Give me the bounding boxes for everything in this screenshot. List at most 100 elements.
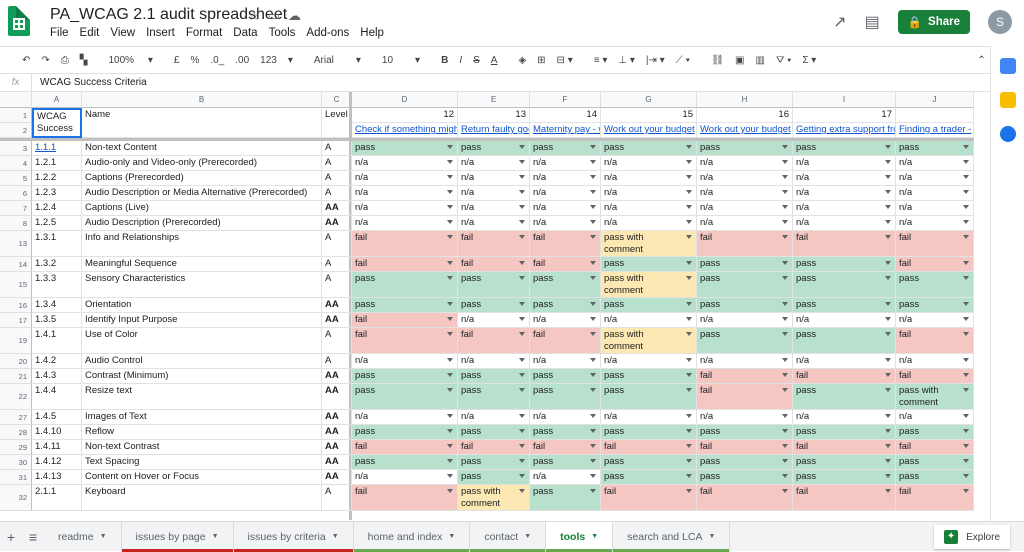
chevron-down-icon[interactable]: ▼ [708,533,715,540]
all-sheets-icon[interactable]: ≡ [22,529,44,545]
italic-button[interactable]: I [459,55,462,66]
share-button[interactable]: 🔒 Share [897,10,970,34]
criterion-level-cell[interactable]: AA [322,216,352,231]
result-dropdown[interactable]: fail [793,440,896,455]
keep-icon[interactable] [999,92,1016,108]
chevron-down-icon[interactable] [782,414,788,418]
page-number-cell[interactable]: 17 [793,108,896,123]
activity-trend-icon[interactable]: ↗ [833,12,846,32]
result-dropdown[interactable]: n/a [896,313,974,328]
result-dropdown[interactable]: pass [793,384,896,410]
chevron-down-icon[interactable] [447,358,453,362]
sheet-tab-home-and-index[interactable]: home and index ▼ [353,521,471,552]
chevron-down-icon[interactable] [885,160,891,164]
criterion-name-cell[interactable]: Captions (Live) [82,201,322,216]
chevron-down-icon[interactable] [447,235,453,239]
criterion-name-cell[interactable]: Captions (Prerecorded) [82,171,322,186]
result-dropdown[interactable]: n/a [697,156,793,171]
chevron-down-icon[interactable] [686,358,692,362]
sheet-tab-tools[interactable]: tools ▼ [546,521,614,552]
result-dropdown[interactable]: n/a [458,156,530,171]
chevron-down-icon[interactable] [447,190,453,194]
result-dropdown[interactable]: n/a [896,201,974,216]
chevron-down-icon[interactable] [590,302,596,306]
criterion-id-cell[interactable]: 1.4.13 [32,470,82,485]
chevron-down-icon[interactable] [519,205,525,209]
chevron-down-icon[interactable] [885,489,891,493]
result-dropdown[interactable]: pass [601,425,697,440]
criterion-name-cell[interactable]: Use of Color [82,328,322,354]
criterion-name-cell[interactable]: Keyboard [82,485,322,511]
chevron-down-icon[interactable] [885,145,891,149]
chevron-down-icon[interactable] [963,373,969,377]
result-dropdown[interactable]: fail [352,257,458,272]
result-dropdown[interactable]: n/a [793,171,896,186]
result-dropdown[interactable]: n/a [793,156,896,171]
chevron-down-icon[interactable] [519,220,525,224]
result-dropdown[interactable]: pass [458,470,530,485]
result-dropdown[interactable]: n/a [896,410,974,425]
criterion-name-cell[interactable]: Non-text Contrast [82,440,322,455]
chevron-down-icon[interactable] [885,175,891,179]
result-dropdown[interactable]: pass [793,257,896,272]
chevron-down-icon[interactable] [686,317,692,321]
chevron-down-icon[interactable] [590,145,596,149]
result-dropdown[interactable]: n/a [530,410,601,425]
criterion-level-cell[interactable]: A [322,186,352,201]
criterion-level-cell[interactable]: AA [322,470,352,485]
result-dropdown[interactable]: fail [530,328,601,354]
chevron-down-icon[interactable] [519,235,525,239]
undo-icon[interactable]: ↶ [22,55,30,66]
chevron-down-icon[interactable] [447,317,453,321]
result-dropdown[interactable]: pass [458,141,530,156]
result-dropdown[interactable]: n/a [697,313,793,328]
row-header[interactable]: 32 [0,485,32,511]
result-dropdown[interactable]: pass [530,369,601,384]
page-number-cell[interactable]: 14 [530,108,601,123]
chevron-down-icon[interactable] [590,388,596,392]
result-dropdown[interactable]: n/a [793,201,896,216]
row-header[interactable]: 27 [0,410,32,425]
criterion-level-cell[interactable]: A [322,354,352,369]
result-dropdown[interactable]: pass [697,141,793,156]
criterion-id-cell[interactable]: 1.1.1 [32,141,82,156]
criterion-name-cell[interactable]: Contrast (Minimum) [82,369,322,384]
row-header[interactable]: 6 [0,186,32,201]
chevron-down-icon[interactable] [782,317,788,321]
menu-item-edit[interactable]: Edit [80,27,105,39]
wrap-icon[interactable]: |⇥ ▾ [646,55,665,66]
row-header[interactable]: 5 [0,171,32,186]
chevron-down-icon[interactable] [782,235,788,239]
align-icon[interactable]: ≡ ▾ [594,55,608,66]
chevron-down-icon[interactable] [590,175,596,179]
result-dropdown[interactable]: pass [697,470,793,485]
chevron-down-icon[interactable] [782,444,788,448]
result-dropdown[interactable]: n/a [793,216,896,231]
result-dropdown[interactable]: pass with comment [601,328,697,354]
chevron-down-icon[interactable] [963,235,969,239]
criterion-id-cell[interactable]: 1.4.2 [32,354,82,369]
criterion-id-cell[interactable]: 1.3.1 [32,231,82,257]
result-dropdown[interactable]: fail [352,313,458,328]
result-dropdown[interactable]: pass [601,298,697,313]
header-cell[interactable]: Name [82,108,322,138]
criterion-id-cell[interactable]: 2.1.1 [32,485,82,511]
chevron-down-icon[interactable] [519,358,525,362]
result-dropdown[interactable]: pass [601,369,697,384]
chevron-down-icon[interactable] [885,261,891,265]
result-dropdown[interactable]: fail [352,328,458,354]
result-dropdown[interactable]: n/a [601,216,697,231]
chevron-down-icon[interactable] [590,160,596,164]
row-header[interactable]: 28 [0,425,32,440]
result-dropdown[interactable]: fail [896,369,974,384]
criterion-name-cell[interactable]: Orientation [82,298,322,313]
criterion-level-cell[interactable]: AA [322,410,352,425]
result-dropdown[interactable]: n/a [458,186,530,201]
chevron-down-icon[interactable] [782,145,788,149]
criterion-level-cell[interactable]: AA [322,425,352,440]
result-dropdown[interactable]: fail [352,231,458,257]
result-dropdown[interactable]: pass [352,384,458,410]
result-dropdown[interactable]: pass with comment [601,231,697,257]
result-dropdown[interactable]: pass [530,298,601,313]
result-dropdown[interactable]: n/a [793,186,896,201]
